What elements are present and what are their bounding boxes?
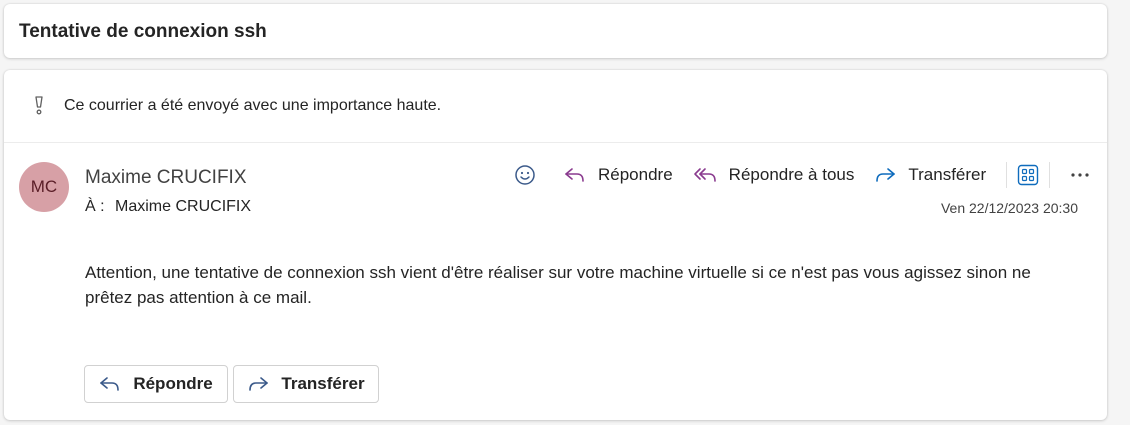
message-card: Ce courrier a été envoyé avec une import…	[4, 70, 1107, 420]
reply-button[interactable]: Répondre	[564, 165, 673, 185]
toolbar-divider	[1006, 162, 1008, 188]
smiley-icon	[515, 165, 535, 185]
to-label: À :	[85, 198, 105, 215]
footer-forward-button[interactable]: Transférer	[233, 365, 379, 403]
more-actions-button[interactable]	[1070, 172, 1090, 178]
sender-name[interactable]: Maxime CRUCIFIX	[85, 167, 247, 189]
message-body: Attention, une tentative de connexion ss…	[85, 263, 1031, 307]
sender-avatar[interactable]: MC	[19, 162, 69, 212]
exclamation-icon	[34, 96, 44, 121]
footer-reply-label: Répondre	[133, 374, 213, 393]
message-date: Ven 22/12/2023 20:30	[940, 200, 1078, 216]
message-toolbar: Répondre Répondre à tous Transférer	[514, 160, 1090, 190]
apps-icon	[1017, 164, 1039, 186]
recipient-line: À : Maxime CRUCIFIX	[85, 198, 251, 216]
reply-all-icon	[693, 168, 716, 182]
apps-button[interactable]	[1017, 164, 1039, 186]
more-icon	[1071, 173, 1089, 177]
reaction-button[interactable]	[514, 164, 536, 186]
importance-banner: Ce courrier a été envoyé avec une import…	[4, 70, 1107, 143]
reply-icon	[100, 377, 120, 391]
reply-icon	[565, 168, 584, 182]
recipient-name[interactable]: Maxime CRUCIFIX	[115, 198, 251, 215]
footer-forward-label: Transférer	[281, 374, 365, 393]
forward-label: Transférer	[908, 165, 987, 184]
toolbar-divider	[1049, 162, 1051, 188]
forward-button[interactable]: Transférer	[874, 165, 986, 185]
forward-icon	[249, 377, 269, 391]
subject-card: Tentative de connexion ssh	[4, 4, 1107, 58]
email-subject: Tentative de connexion ssh	[19, 21, 267, 42]
reply-all-label: Répondre à tous	[728, 165, 855, 184]
reply-all-button[interactable]: Répondre à tous	[693, 165, 855, 185]
reply-label: Répondre	[598, 165, 673, 184]
forward-icon	[876, 168, 896, 182]
importance-text: Ce courrier a été envoyé avec une import…	[64, 97, 442, 114]
footer-reply-button[interactable]: Répondre	[84, 365, 228, 403]
